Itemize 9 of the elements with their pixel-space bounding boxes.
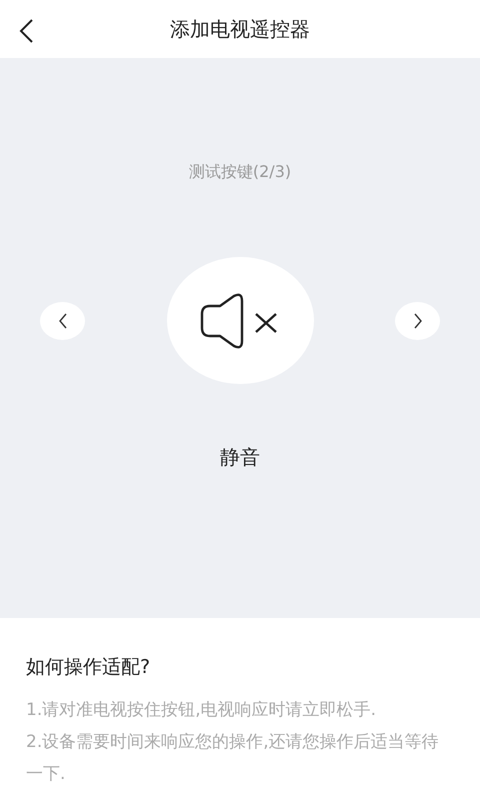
back-icon xyxy=(18,18,34,44)
help-heading: 如何操作适配? xyxy=(26,655,152,680)
key-label: 静音 xyxy=(220,444,260,471)
chevron-right-icon xyxy=(412,312,422,328)
step-counter: 测试按键(2/3) xyxy=(188,162,292,183)
instruction-text: 2.设备需要时间来响应您的操作,还请您操作后适当等待一下. xyxy=(26,731,440,786)
chevron-left-icon xyxy=(58,312,68,328)
page-title: 添加电视遥控器 xyxy=(170,16,310,42)
instruction-text: 1.请对准电视按住按钮,电视响应时请立即松手. xyxy=(26,699,378,722)
